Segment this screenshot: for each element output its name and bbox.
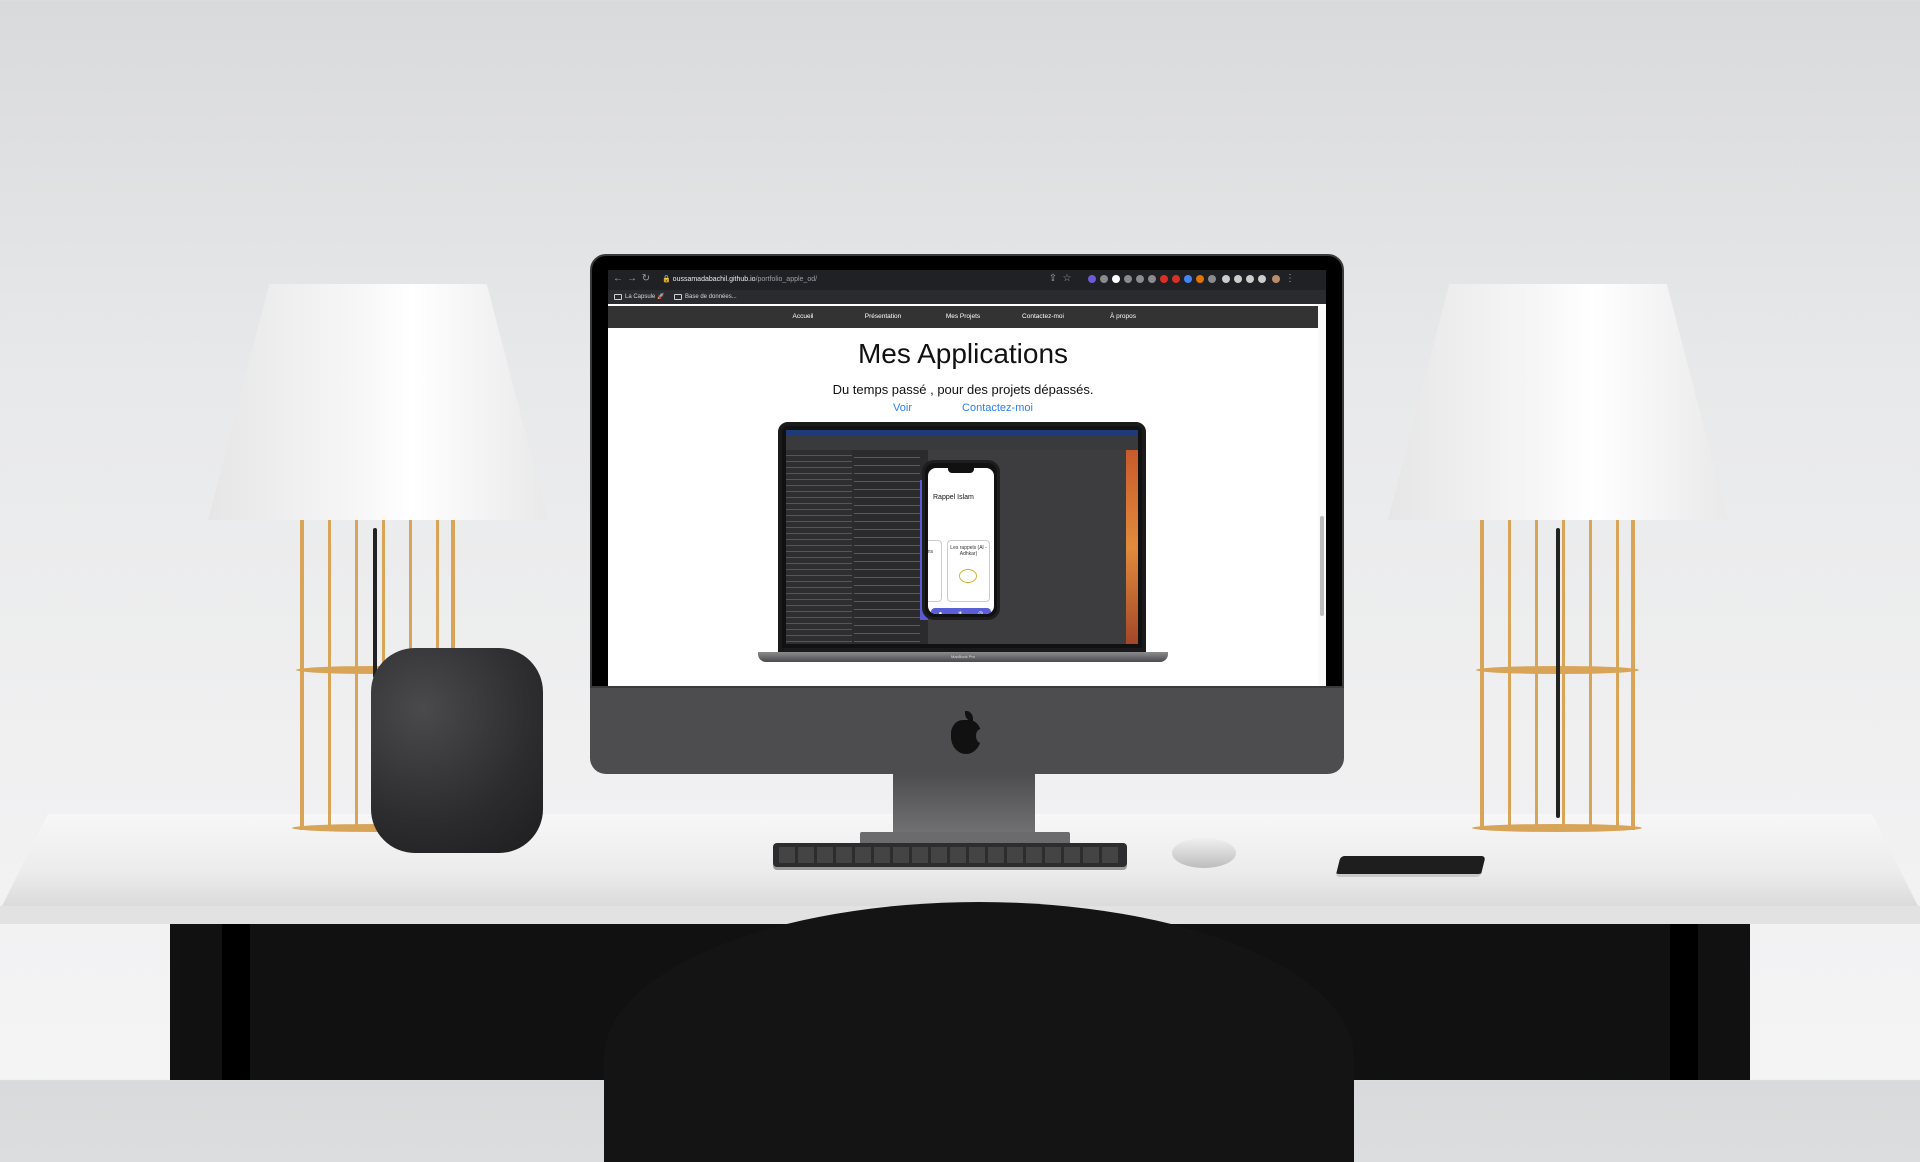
macbook-label: MacBook Pro xyxy=(950,654,975,659)
imac-screen: ← → ↻ 🔒 oussamadabachil.github.io/portfo… xyxy=(608,270,1326,686)
nav-link-presentation[interactable]: Présentation xyxy=(843,306,923,328)
bookmark-label: La Capsule 🚀 xyxy=(625,294,665,300)
back-icon[interactable]: ← xyxy=(612,273,624,285)
lamp-cord-right xyxy=(1556,528,1560,818)
xcode-navigator xyxy=(786,450,852,644)
iphone-notch xyxy=(948,468,974,473)
contact-link[interactable]: Contactez-moi xyxy=(962,402,1033,414)
nav-link-accueil[interactable]: Accueil xyxy=(763,306,843,328)
scrollbar-track[interactable] xyxy=(1318,306,1326,686)
app-tabbar: ● ☀ ◎ xyxy=(931,608,991,614)
smart-speaker xyxy=(371,648,543,853)
bookmarks-bar: La Capsule 🚀 Base de données... xyxy=(608,290,1326,304)
app-card: Les rappels (Al - Adhkar) xyxy=(947,540,990,602)
lock-icon: 🔒 xyxy=(662,276,671,283)
person-icon: ● xyxy=(938,610,943,615)
sidepanel-icon[interactable] xyxy=(1246,275,1254,283)
nav-link-projets[interactable]: Mes Projets xyxy=(923,306,1003,328)
folder-icon xyxy=(614,294,622,300)
extension-icon[interactable] xyxy=(1172,275,1180,283)
apple-logo-icon xyxy=(951,711,986,754)
extension-icon[interactable] xyxy=(1160,275,1168,283)
extension-icon[interactable] xyxy=(1112,275,1120,283)
lamp-base-right xyxy=(1472,824,1642,832)
sun-icon: ☀ xyxy=(957,611,963,614)
folder-icon xyxy=(674,294,682,300)
url-path: /portfolio_apple_od/ xyxy=(755,276,818,283)
extension-icon[interactable] xyxy=(1208,275,1216,283)
lamp-shade-left xyxy=(208,284,548,520)
smartphone-on-desk xyxy=(1335,856,1486,877)
hero-links: Voir Contactez-moi xyxy=(608,402,1318,414)
page-subtitle: Du temps passé , pour des projets dépass… xyxy=(832,382,1094,397)
address-bar[interactable]: 🔒 oussamadabachil.github.io/portfolio_ap… xyxy=(662,273,1062,287)
nav-link-a-propos[interactable]: À propos xyxy=(1083,306,1163,328)
extension-icon[interactable] xyxy=(1148,275,1156,283)
star-icon[interactable]: ☆ xyxy=(1061,273,1073,285)
bookmark-label: Base de données... xyxy=(685,294,737,300)
app-title: Rappel Islam xyxy=(933,494,974,501)
extension-icon[interactable] xyxy=(1184,275,1192,283)
desk-leg-right xyxy=(1670,924,1698,1080)
imac-stand xyxy=(893,770,1035,840)
scrollbar-thumb[interactable] xyxy=(1320,516,1324,616)
app-card-label: ons xyxy=(928,549,934,555)
puzzle-icon[interactable] xyxy=(1222,275,1230,283)
desk-leg-left xyxy=(222,924,250,1080)
iphone-screen: Rappel Islam ons Les rappels (Al - Adhka… xyxy=(928,468,994,614)
reload-icon[interactable]: ↻ xyxy=(640,273,652,285)
kebab-menu-icon[interactable]: ⋮ xyxy=(1284,273,1296,285)
keyboard xyxy=(773,843,1127,867)
app-card-label: Les rappels (Al - Adhkar) xyxy=(950,545,987,557)
app-card: ons xyxy=(928,540,942,602)
xcode-toolbar xyxy=(786,436,1138,450)
extension-icon[interactable] xyxy=(1258,275,1266,283)
extension-icon[interactable] xyxy=(1088,275,1096,283)
site-navbar: Accueil Présentation Mes Projets Contact… xyxy=(608,306,1318,328)
desktop-wallpaper xyxy=(1126,450,1138,644)
nav-link-contact[interactable]: Contactez-moi xyxy=(1003,306,1083,328)
lamp-cord-left xyxy=(373,528,377,678)
extension-icon[interactable] xyxy=(1124,275,1132,283)
xcode-outline xyxy=(854,450,920,644)
extension-icon[interactable] xyxy=(1100,275,1108,283)
voir-link[interactable]: Voir xyxy=(893,402,912,414)
page-title: Mes Applications xyxy=(857,338,1069,369)
lamp-shade-right xyxy=(1388,284,1728,520)
queue-icon[interactable] xyxy=(1234,275,1242,283)
iphone-mockup: Rappel Islam ons Les rappels (Al - Adhka… xyxy=(922,460,1000,620)
globe-icon: ◎ xyxy=(978,611,984,614)
pendant-icon xyxy=(959,569,977,583)
bookmark-folder[interactable]: La Capsule 🚀 xyxy=(614,292,665,302)
url-host: oussamadabachil.github.io xyxy=(672,276,756,283)
extension-icon[interactable] xyxy=(1136,275,1144,283)
browser-toolbar: ← → ↻ 🔒 oussamadabachil.github.io/portfo… xyxy=(608,270,1326,290)
mouse xyxy=(1172,838,1236,868)
bookmark-folder[interactable]: Base de données... xyxy=(674,292,737,302)
forward-icon[interactable]: → xyxy=(626,273,638,285)
profile-avatar[interactable] xyxy=(1272,275,1280,283)
extension-icon[interactable] xyxy=(1196,275,1204,283)
share-icon[interactable]: ⇪ xyxy=(1047,273,1059,285)
